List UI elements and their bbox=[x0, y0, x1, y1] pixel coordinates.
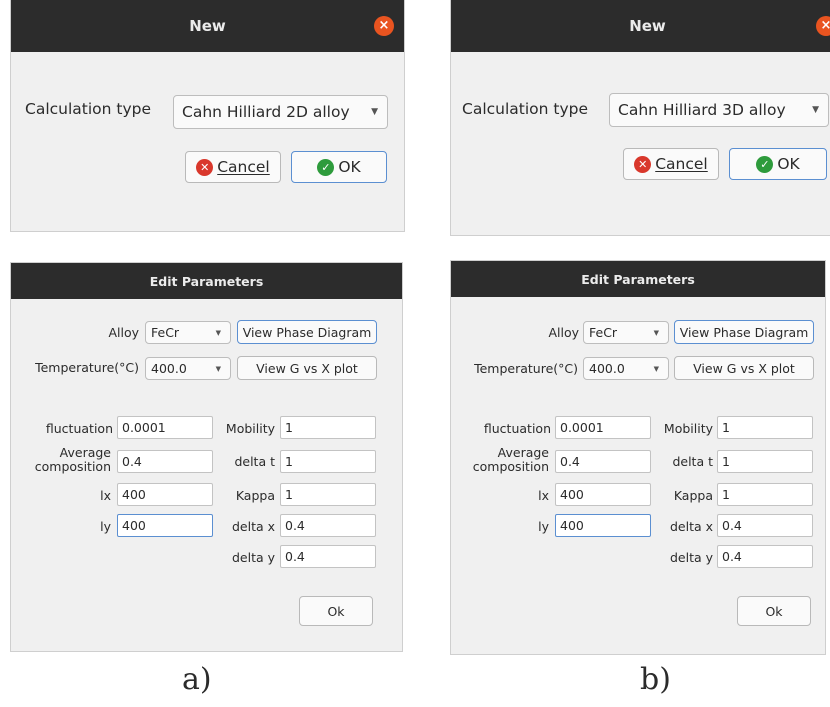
ly-label: ly bbox=[538, 519, 549, 534]
view-g-vs-x-label: View G vs X plot bbox=[693, 360, 795, 376]
close-icon[interactable]: × bbox=[816, 16, 830, 36]
dialog-title: New bbox=[629, 17, 666, 35]
average-composition-label-2: composition bbox=[472, 459, 549, 474]
delta-x-field[interactable]: 0.4 bbox=[717, 514, 813, 537]
edit-parameters-dialog: Edit Parameters Alloy FeCr ▼ View Phase … bbox=[450, 260, 826, 655]
cancel-label: Cancel bbox=[655, 155, 708, 173]
average-composition-label-1: Average bbox=[497, 445, 549, 460]
mobility-label: Mobility bbox=[663, 421, 713, 436]
delta-x-label: delta x bbox=[669, 519, 713, 534]
calculation-type-label: Calculation type bbox=[462, 100, 589, 118]
ok-label: Ok bbox=[765, 603, 783, 619]
lx-label: lx bbox=[538, 488, 549, 503]
new-dialog: New × Calculation type Cahn Hilliard 3D … bbox=[450, 0, 830, 236]
ok-button[interactable]: ✓ OK bbox=[729, 148, 827, 180]
check-icon: ✓ bbox=[756, 155, 774, 173]
view-g-vs-x-button[interactable]: View G vs X plot bbox=[674, 356, 814, 380]
edit-parameters-titlebar: Edit Parameters bbox=[451, 261, 825, 297]
new-dialog-titlebar: New × bbox=[451, 0, 830, 52]
mobility-field[interactable]: 1 bbox=[717, 416, 813, 439]
delta-t-label: delta t bbox=[672, 454, 713, 469]
calculation-type-value: Cahn Hilliard 3D alloy bbox=[618, 101, 786, 119]
fluctuation-field[interactable]: 0.0001 bbox=[555, 416, 651, 439]
average-composition-field[interactable]: 0.4 bbox=[555, 450, 651, 473]
view-phase-diagram-label: View Phase Diagram bbox=[679, 324, 809, 340]
delta-y-field[interactable]: 0.4 bbox=[717, 545, 813, 568]
fluctuation-label: fluctuation bbox=[483, 421, 551, 436]
calculation-type-select[interactable]: Cahn Hilliard 3D alloy ▼ bbox=[609, 93, 829, 127]
cancel-icon: ✕ bbox=[634, 155, 652, 173]
delta-y-label: delta y bbox=[669, 550, 713, 565]
kappa-field[interactable]: 1 bbox=[717, 483, 813, 506]
ly-field[interactable]: 400 bbox=[555, 514, 651, 537]
ok-button[interactable]: Ok bbox=[737, 596, 811, 626]
chevron-down-icon: ▼ bbox=[653, 328, 659, 337]
ok-label: OK bbox=[777, 155, 800, 173]
dialog-title: Edit Parameters bbox=[581, 271, 695, 287]
temperature-value: 400.0 bbox=[589, 361, 625, 376]
temperature-label: Temperature(°C) bbox=[474, 361, 578, 376]
alloy-select[interactable]: FeCr ▼ bbox=[583, 321, 669, 344]
delta-t-field[interactable]: 1 bbox=[717, 450, 813, 473]
kappa-label: Kappa bbox=[673, 488, 713, 503]
view-phase-diagram-button[interactable]: View Phase Diagram bbox=[674, 320, 814, 344]
alloy-value: FeCr bbox=[589, 325, 618, 340]
chevron-down-icon: ▼ bbox=[653, 364, 659, 373]
cancel-button[interactable]: ✕ Cancel bbox=[623, 148, 719, 180]
panel-b: New × Calculation type Cahn Hilliard 3D … bbox=[0, 0, 830, 707]
lx-field[interactable]: 400 bbox=[555, 483, 651, 506]
alloy-label: Alloy bbox=[548, 325, 579, 340]
temperature-select[interactable]: 400.0 ▼ bbox=[583, 357, 669, 380]
panel-caption: b) bbox=[640, 662, 671, 697]
chevron-down-icon: ▼ bbox=[812, 105, 819, 115]
